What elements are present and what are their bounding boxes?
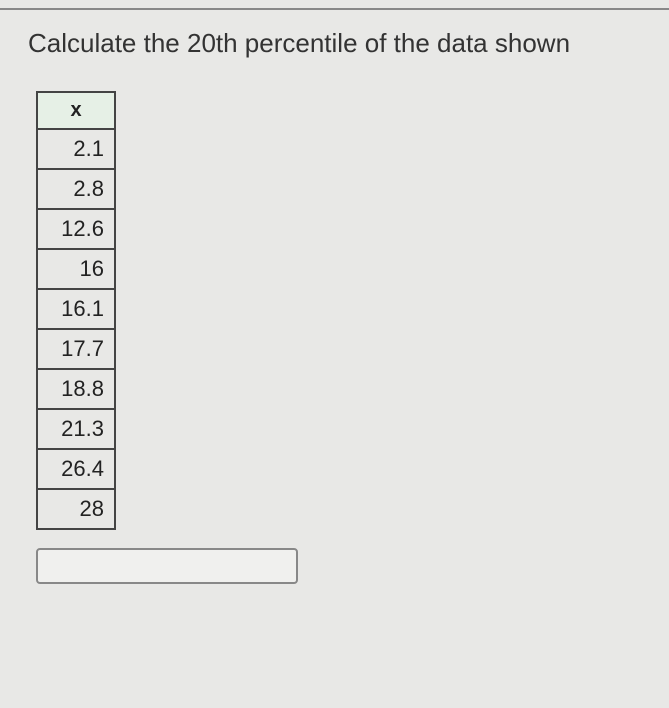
answer-input[interactable] (36, 548, 298, 584)
table-cell: 17.7 (37, 329, 115, 369)
table-cell: 16 (37, 249, 115, 289)
question-container: Calculate the 20th percentile of the dat… (0, 8, 669, 584)
table-cell: 2.8 (37, 169, 115, 209)
table-row: 12.6 (37, 209, 115, 249)
table-row: 16.1 (37, 289, 115, 329)
table-row: 16 (37, 249, 115, 289)
table-body: 2.1 2.8 12.6 16 16.1 17.7 18.8 21.3 26.4… (37, 129, 115, 529)
table-cell: 28 (37, 489, 115, 529)
table-cell: 18.8 (37, 369, 115, 409)
table-row: 2.1 (37, 129, 115, 169)
data-table: x 2.1 2.8 12.6 16 16.1 17.7 18.8 21.3 26… (36, 91, 116, 530)
table-cell: 16.1 (37, 289, 115, 329)
table-cell: 21.3 (37, 409, 115, 449)
table-row: 26.4 (37, 449, 115, 489)
table-cell: 26.4 (37, 449, 115, 489)
table-row: 17.7 (37, 329, 115, 369)
question-text: Calculate the 20th percentile of the dat… (28, 28, 669, 59)
table-cell: 2.1 (37, 129, 115, 169)
table-row: 2.8 (37, 169, 115, 209)
table-row: 21.3 (37, 409, 115, 449)
table-row: 28 (37, 489, 115, 529)
table-row: 18.8 (37, 369, 115, 409)
table-cell: 12.6 (37, 209, 115, 249)
table-header-x: x (37, 92, 115, 129)
